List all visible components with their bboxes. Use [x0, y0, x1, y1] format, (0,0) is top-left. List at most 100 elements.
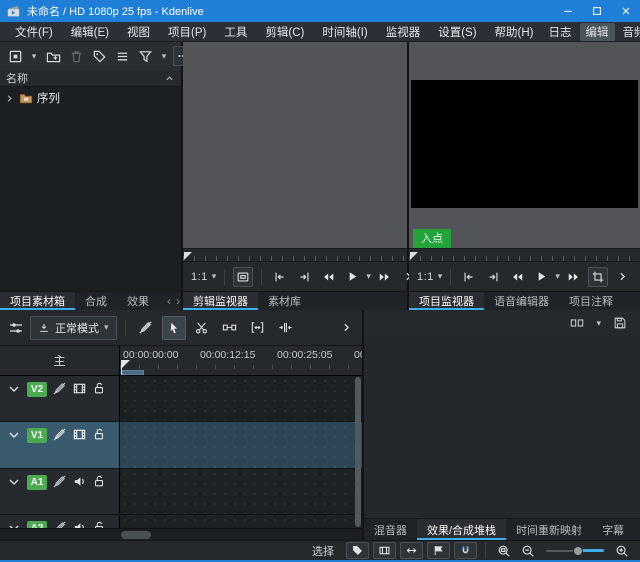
- menu-file[interactable]: 文件(F): [6, 24, 62, 40]
- show-markers-button[interactable]: [346, 542, 369, 559]
- tab-project-bin[interactable]: 项目素材箱: [0, 292, 75, 310]
- save-effect-stack-button[interactable]: [610, 313, 630, 333]
- add-clip-dropdown[interactable]: ▾: [28, 46, 40, 66]
- scrollbar-thumb[interactable]: [355, 377, 361, 527]
- edit-mode-dropdown[interactable]: 正常模式 ▾: [30, 316, 117, 340]
- zoom-out-button[interactable]: [518, 541, 538, 561]
- filter-button[interactable]: [135, 46, 155, 66]
- play-options-chevron-icon[interactable]: ▾: [555, 272, 560, 281]
- slider-handle[interactable]: [573, 546, 583, 556]
- set-zone-in-button[interactable]: [270, 267, 290, 287]
- workspace-audio[interactable]: 音频: [617, 23, 640, 41]
- play-button[interactable]: [342, 267, 362, 287]
- tab-mixer[interactable]: 混音器: [364, 519, 417, 540]
- zone-trim-button[interactable]: [588, 267, 608, 287]
- workspace-editing[interactable]: 编辑: [580, 23, 615, 41]
- play-options-chevron-icon[interactable]: ▾: [366, 272, 371, 281]
- menu-view[interactable]: 视图: [118, 24, 159, 40]
- lock-icon[interactable]: [92, 520, 106, 528]
- tab-project-monitor[interactable]: 项目监视器: [409, 292, 484, 310]
- lock-icon[interactable]: [92, 427, 106, 441]
- close-button[interactable]: [611, 0, 640, 22]
- track-effects-icon[interactable]: [52, 520, 67, 528]
- scroll-right-icon[interactable]: ›: [176, 294, 180, 308]
- menu-help[interactable]: 帮助(H): [486, 24, 543, 40]
- playhead-marker[interactable]: [121, 360, 130, 369]
- show-audio-thumbnails-button[interactable]: [400, 542, 423, 559]
- chevron-down-icon[interactable]: ▾: [438, 272, 443, 281]
- view-mode-button[interactable]: [112, 46, 132, 66]
- menu-project[interactable]: 项目(P): [159, 24, 215, 40]
- timeline-zone-bar[interactable]: [122, 370, 144, 375]
- chevron-down-icon[interactable]: ▾: [212, 272, 217, 281]
- set-zone-out-button[interactable]: [294, 267, 314, 287]
- master-track-button[interactable]: 主: [0, 346, 120, 375]
- scroll-left-icon[interactable]: ‹: [167, 294, 171, 308]
- selection-tool-button[interactable]: [162, 316, 186, 340]
- track-lane-v2[interactable]: [120, 376, 362, 421]
- clip-monitor-display[interactable]: [183, 42, 407, 248]
- track-effects-icon[interactable]: [52, 474, 67, 489]
- razor-tool-button[interactable]: [190, 316, 214, 340]
- track-lane-a1[interactable]: [120, 469, 362, 514]
- transport-overflow-button[interactable]: [612, 267, 632, 287]
- show-comments-button[interactable]: [427, 542, 450, 559]
- project-monitor-display[interactable]: 入点: [409, 42, 640, 248]
- tab-compositions[interactable]: 合成: [75, 292, 117, 310]
- split-compare-button[interactable]: [567, 313, 587, 333]
- track-lane-v1[interactable]: [120, 422, 362, 468]
- track-target-badge[interactable]: V2: [27, 382, 47, 397]
- menu-monitor[interactable]: 监视器: [377, 24, 430, 40]
- menu-edit[interactable]: 编辑(E): [62, 24, 118, 40]
- menu-tools[interactable]: 工具: [215, 24, 256, 40]
- track-options-button[interactable]: [6, 318, 26, 338]
- chevron-down-icon[interactable]: [6, 381, 22, 397]
- zoom-fit-button[interactable]: [494, 541, 514, 561]
- tab-subtitles[interactable]: 字幕: [592, 519, 634, 540]
- track-target-badge[interactable]: A1: [27, 475, 47, 490]
- tab-clip-monitor[interactable]: 剪辑监视器: [183, 292, 258, 310]
- tab-time-remap[interactable]: 时间重新映射: [506, 519, 592, 540]
- lock-icon[interactable]: [92, 474, 106, 488]
- snap-toggle-button[interactable]: [454, 542, 477, 559]
- zoom-in-button[interactable]: [612, 541, 632, 561]
- project-monitor-ruler[interactable]: [409, 248, 640, 261]
- expander-icon[interactable]: [4, 93, 15, 104]
- show-video-thumbnails-button[interactable]: [373, 542, 396, 559]
- timeline-ruler-scale[interactable]: 00:00:00:00 00:00:12:15 00:00:25:05 00:0: [120, 346, 362, 375]
- timeline-horizontal-scrollbar[interactable]: [0, 528, 362, 540]
- mute-icon[interactable]: [72, 474, 87, 489]
- bin-item-sequence[interactable]: 序列: [2, 90, 179, 106]
- fit-zoom-button[interactable]: [246, 316, 270, 340]
- timeline-zoom-slider[interactable]: [546, 544, 604, 558]
- lock-icon[interactable]: [92, 381, 106, 395]
- hide-video-icon[interactable]: [72, 427, 87, 442]
- set-zone-out-button[interactable]: [483, 267, 503, 287]
- track-header-a2[interactable]: A2: [0, 515, 120, 528]
- chevron-down-icon[interactable]: [6, 474, 22, 490]
- filter-dropdown[interactable]: ▾: [158, 46, 170, 66]
- fast-forward-button[interactable]: [564, 267, 584, 287]
- track-header-v2[interactable]: V2: [0, 376, 120, 421]
- create-folder-button[interactable]: [43, 46, 63, 66]
- tab-effect-stack[interactable]: 效果/合成堆栈: [417, 519, 506, 540]
- add-clip-button[interactable]: [5, 46, 25, 66]
- chevron-down-icon[interactable]: ▾: [596, 319, 601, 328]
- track-target-badge[interactable]: A2: [27, 521, 47, 528]
- workspace-logging[interactable]: 日志: [543, 23, 578, 41]
- rewind-button[interactable]: [507, 267, 527, 287]
- menu-settings[interactable]: 设置(S): [429, 24, 485, 40]
- tab-media-browser[interactable]: 素材库: [258, 292, 311, 310]
- chevron-down-icon[interactable]: [6, 427, 22, 443]
- menu-timeline[interactable]: 时间轴(I): [313, 24, 376, 40]
- hide-video-icon[interactable]: [72, 381, 87, 396]
- monitor-overlay-button[interactable]: [233, 267, 253, 287]
- monitor-zoom-level[interactable]: 1:1: [417, 271, 434, 283]
- tab-speech-editor[interactable]: 语音编辑器: [484, 292, 559, 310]
- resize-item-button[interactable]: [274, 316, 298, 340]
- playhead-marker[interactable]: [184, 252, 192, 260]
- track-lane-a2[interactable]: [120, 515, 362, 528]
- mute-icon[interactable]: [72, 520, 87, 528]
- track-header-a1[interactable]: A1: [0, 469, 120, 514]
- maximize-button[interactable]: [582, 0, 611, 22]
